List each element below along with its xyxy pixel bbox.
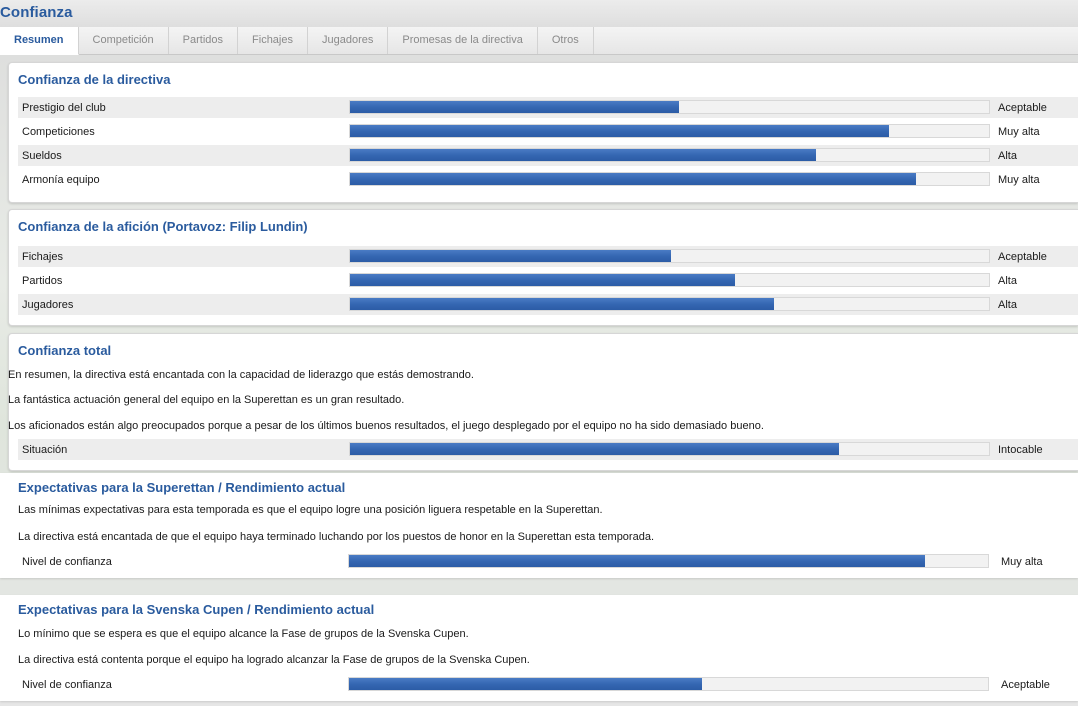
panel-aficion: Confianza de la afición (Portavoz: Filip…	[8, 209, 1078, 326]
confidence-bar	[349, 297, 990, 311]
row-value: Muy alta	[1001, 555, 1043, 568]
row-label: Sueldos	[22, 149, 62, 162]
row-label: Competiciones	[22, 125, 95, 138]
confidence-bar	[349, 442, 990, 456]
bar-fill	[350, 149, 817, 161]
tab-partidos[interactable]: Partidos	[169, 27, 239, 54]
summary-text: La fantástica actuación general del equi…	[8, 394, 405, 406]
row-label: Nivel de confianza	[22, 678, 112, 691]
panel-total: Confianza total En resumen, la directiva…	[8, 333, 1078, 471]
row-value: Aceptable	[1001, 678, 1050, 691]
bar-fill	[350, 274, 735, 286]
confidence-row: Nivel de confianza Muy alta	[18, 551, 1078, 572]
confidence-bar	[349, 273, 990, 287]
panel-cupen: Expectativas para la Svenska Cupen / Ren…	[0, 595, 1078, 701]
confidence-row: Prestigio del club Aceptable	[18, 97, 1078, 118]
row-value: Muy alta	[998, 173, 1040, 186]
summary-text: Los aficionados están algo preocupados p…	[8, 420, 764, 432]
expectation-text: Lo mínimo que se espera es que el equipo…	[18, 628, 469, 640]
row-value: Aceptable	[998, 250, 1047, 263]
row-label: Jugadores	[22, 298, 74, 311]
bar-fill	[350, 298, 775, 310]
expectation-text: Las mínimas expectativas para esta tempo…	[18, 504, 603, 516]
confidence-bar	[349, 172, 990, 186]
summary-text: En resumen, la directiva está encantada …	[8, 369, 474, 381]
row-label: Fichajes	[22, 250, 63, 263]
row-value: Muy alta	[998, 125, 1040, 138]
confidence-row: Competiciones Muy alta	[18, 121, 1078, 142]
row-label: Partidos	[22, 274, 63, 287]
bar-fill	[350, 173, 917, 185]
panel-title: Confianza de la directiva	[18, 72, 171, 87]
confidence-bar	[349, 124, 990, 138]
panel-title: Confianza de la afición (Portavoz: Filip…	[18, 219, 308, 234]
confidence-bar	[348, 554, 989, 568]
confidence-row: Situación Intocable	[18, 439, 1078, 460]
confidence-bar	[349, 249, 990, 263]
row-value: Alta	[998, 149, 1017, 162]
tab-jugadores[interactable]: Jugadores	[308, 27, 389, 54]
row-label: Armonía equipo	[22, 173, 100, 186]
confidence-row: Armonía equipo Muy alta	[18, 169, 1078, 190]
tab-fichajes[interactable]: Fichajes	[238, 27, 308, 54]
tab-competicion[interactable]: Competición	[79, 27, 169, 54]
row-label: Situación	[22, 443, 68, 456]
row-value: Alta	[998, 274, 1017, 287]
expectation-text: La directiva está encantada de que el eq…	[18, 531, 654, 543]
tab-resumen[interactable]: Resumen	[0, 27, 79, 55]
row-value: Aceptable	[998, 101, 1047, 114]
tab-promesas[interactable]: Promesas de la directiva	[388, 27, 538, 54]
panel-title: Expectativas para la Svenska Cupen / Ren…	[18, 602, 375, 617]
expectation-text: La directiva está contenta porque el equ…	[18, 654, 530, 666]
confidence-bar	[348, 677, 989, 691]
panel-directiva: Confianza de la directiva Prestigio del …	[8, 62, 1078, 203]
confidence-bar	[349, 100, 990, 114]
row-label: Nivel de confianza	[22, 555, 112, 568]
confidence-row: Jugadores Alta	[18, 294, 1078, 315]
bar-fill	[350, 125, 889, 137]
panel-title: Confianza total	[18, 343, 112, 358]
confidence-row: Sueldos Alta	[18, 145, 1078, 166]
row-value: Intocable	[998, 443, 1043, 456]
bar-fill	[350, 101, 680, 113]
bar-fill	[349, 678, 702, 690]
panel-title: Expectativas para la Superettan / Rendim…	[18, 480, 346, 495]
row-value: Alta	[998, 298, 1017, 311]
confidence-row: Partidos Alta	[18, 270, 1078, 291]
confidence-bar	[349, 148, 990, 162]
bar-fill	[350, 250, 671, 262]
confidence-row: Fichajes Aceptable	[18, 246, 1078, 267]
row-label: Prestigio del club	[22, 101, 106, 114]
panel-superettan: Expectativas para la Superettan / Rendim…	[0, 473, 1078, 578]
confidence-row: Nivel de confianza Aceptable	[18, 674, 1078, 695]
bar-fill	[350, 443, 839, 455]
bar-fill	[349, 555, 926, 567]
title-bar: Confianza	[0, 0, 1078, 27]
tab-bar: Resumen Competición Partidos Fichajes Ju…	[0, 27, 1078, 55]
tab-otros[interactable]: Otros	[538, 27, 594, 54]
page-title: Confianza	[0, 4, 73, 21]
